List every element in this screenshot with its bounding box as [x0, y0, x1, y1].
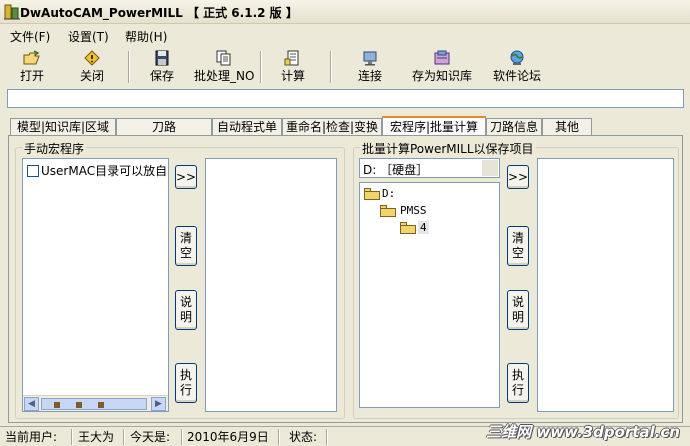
project-target-list[interactable]	[537, 158, 674, 412]
site-watermark: 三维网 www.3dportal.cn	[486, 423, 680, 441]
status-divider	[181, 429, 183, 445]
connect-label: 连接	[357, 69, 382, 83]
user-name: 王大为	[78, 430, 115, 444]
manual-macro-legend: 手动宏程序	[22, 140, 87, 157]
save-button[interactable]: 保存	[144, 47, 180, 85]
batch-documents-icon	[216, 50, 231, 66]
scroll-left-arrow-icon[interactable]: ◀	[24, 397, 39, 411]
open-folder-icon	[23, 50, 40, 65]
add-macro-button[interactable]: >>	[175, 165, 197, 189]
help-project-label: 说明	[511, 295, 524, 324]
drive-dropdown-arrow-icon[interactable]	[482, 160, 498, 176]
window-title: DwAutoCAM_PowerMILL 【 正式 6.1.2 版 】	[20, 6, 298, 20]
scroll-grip	[98, 402, 104, 408]
drive-select[interactable]: D: ［硬盘］	[359, 158, 500, 178]
batch-calc-legend: 批量计算PowerMILL以保存项目	[360, 140, 536, 157]
open-button[interactable]: 打开	[14, 47, 50, 85]
macro-list-hscrollbar[interactable]: ◀ ▶	[23, 395, 168, 411]
clear-macro-button[interactable]: 清空	[175, 226, 197, 266]
status-divider	[278, 429, 280, 445]
scroll-grip	[54, 402, 60, 408]
macro-item-checkbox[interactable]	[27, 165, 39, 177]
folder-tree[interactable]: D: PMSS 4	[359, 182, 500, 408]
menu-help[interactable]: 帮助(H)	[125, 28, 167, 45]
scroll-right-arrow-icon[interactable]: ▶	[151, 397, 166, 411]
batch-label: 批处理_NO	[194, 69, 255, 83]
connect-icon	[363, 51, 377, 66]
status-divider	[326, 429, 328, 445]
save-knowledge-label: 存为知识库	[411, 69, 472, 83]
tree-node-label: D:	[382, 187, 396, 200]
run-macro-button[interactable]: 执行	[175, 363, 197, 403]
title-bar[interactable]: DwAutoCAM_PowerMILL 【 正式 6.1.2 版 】	[0, 0, 690, 24]
menu-settings[interactable]: 设置(T)	[68, 28, 109, 45]
manual-macro-group: 手动宏程序 UserMAC目录可以放自己 ◀ ▶ >> 清空 说明 执行	[15, 140, 345, 419]
clear-project-button[interactable]: 清空	[507, 226, 529, 266]
close-warning-icon	[84, 50, 100, 66]
run-macro-label: 执行	[179, 368, 192, 397]
toolbar: 打开 关闭 保存 批处理_NO 计算 连接 存为知识库 软件论坛	[0, 47, 690, 87]
status-divider	[71, 429, 73, 445]
calc-label: 计算	[280, 69, 305, 83]
macro-source-list[interactable]: UserMAC目录可以放自己 ◀ ▶	[22, 158, 169, 412]
path-input[interactable]	[7, 89, 684, 108]
today-date: 2010年6月9日	[187, 430, 269, 444]
tab-panel: 手动宏程序 UserMAC目录可以放自己 ◀ ▶ >> 清空 说明 执行 批量计…	[8, 135, 683, 423]
macro-list-item[interactable]: UserMAC目录可以放自己	[41, 162, 168, 179]
open-label: 打开	[19, 69, 44, 83]
help-project-button[interactable]: 说明	[507, 290, 529, 330]
status-divider	[123, 429, 125, 445]
close-button[interactable]: 关闭	[74, 47, 110, 85]
menu-bar: 文件(F) 设置(T) 帮助(H)	[0, 26, 690, 46]
tab-model[interactable]: 模型|知识库|区域	[10, 118, 116, 136]
scroll-thumb[interactable]	[41, 398, 147, 410]
save-disk-icon	[155, 50, 169, 66]
batch-calc-group: 批量计算PowerMILL以保存项目 D: ［硬盘］ D: PMSS 4 >> …	[353, 140, 679, 419]
run-project-button[interactable]: 执行	[507, 363, 529, 403]
help-macro-button[interactable]: 说明	[175, 290, 197, 330]
calc-button[interactable]: 计算	[275, 47, 311, 85]
toolbar-divider	[260, 51, 262, 83]
tab-rename[interactable]: 重命名|检查|变换	[282, 118, 382, 136]
today-label: 今天是:	[130, 430, 171, 444]
open-folder-icon	[380, 205, 396, 217]
toolbar-divider	[330, 51, 332, 83]
drive-select-value: D: ［硬盘］	[363, 163, 429, 177]
tab-other[interactable]: 其他	[542, 118, 592, 136]
clear-project-label: 清空	[511, 231, 524, 260]
tab-toolpath-info[interactable]: 刀路信息	[486, 118, 542, 136]
open-folder-icon	[364, 188, 380, 200]
batch-button[interactable]: 批处理_NO	[194, 47, 254, 85]
state-label: 状态:	[289, 430, 318, 444]
save-label: 保存	[149, 69, 174, 83]
app-logo-icon	[4, 4, 20, 20]
run-project-label: 执行	[511, 368, 524, 397]
tab-strip: 模型|知识库|区域 刀路 自动程式单 重命名|检查|变换 宏程序|批量计算 刀路…	[10, 116, 690, 137]
forum-button[interactable]: 软件论坛	[490, 47, 544, 85]
connect-button[interactable]: 连接	[352, 47, 388, 85]
save-knowledge-button[interactable]: 存为知识库	[408, 47, 476, 85]
main-window: DwAutoCAM_PowerMILL 【 正式 6.1.2 版 】 文件(F)…	[0, 0, 690, 446]
forum-globe-icon	[510, 50, 524, 65]
tab-auto-program[interactable]: 自动程式单	[212, 118, 282, 136]
tree-node-label: PMSS	[400, 204, 427, 217]
macro-target-list[interactable]	[205, 158, 337, 412]
clear-macro-label: 清空	[179, 231, 192, 260]
tab-macro[interactable]: 宏程序|批量计算	[382, 116, 486, 137]
forum-label: 软件论坛	[492, 69, 541, 83]
open-folder-icon	[400, 222, 416, 234]
user-label: 当前用户:	[5, 430, 58, 444]
calc-document-icon	[284, 50, 299, 66]
close-label: 关闭	[79, 69, 104, 83]
tree-node-label: 4	[418, 221, 429, 234]
tab-panel-body: 手动宏程序 UserMAC目录可以放自己 ◀ ▶ >> 清空 说明 执行 批量计…	[9, 136, 682, 422]
knowledge-base-icon	[434, 50, 450, 65]
help-macro-label: 说明	[179, 295, 192, 324]
menu-file[interactable]: 文件(F)	[10, 28, 50, 45]
scroll-grip	[76, 402, 82, 408]
toolbar-divider	[128, 51, 130, 83]
tab-toolpath[interactable]: 刀路	[116, 118, 212, 136]
add-project-button[interactable]: >>	[507, 165, 529, 189]
